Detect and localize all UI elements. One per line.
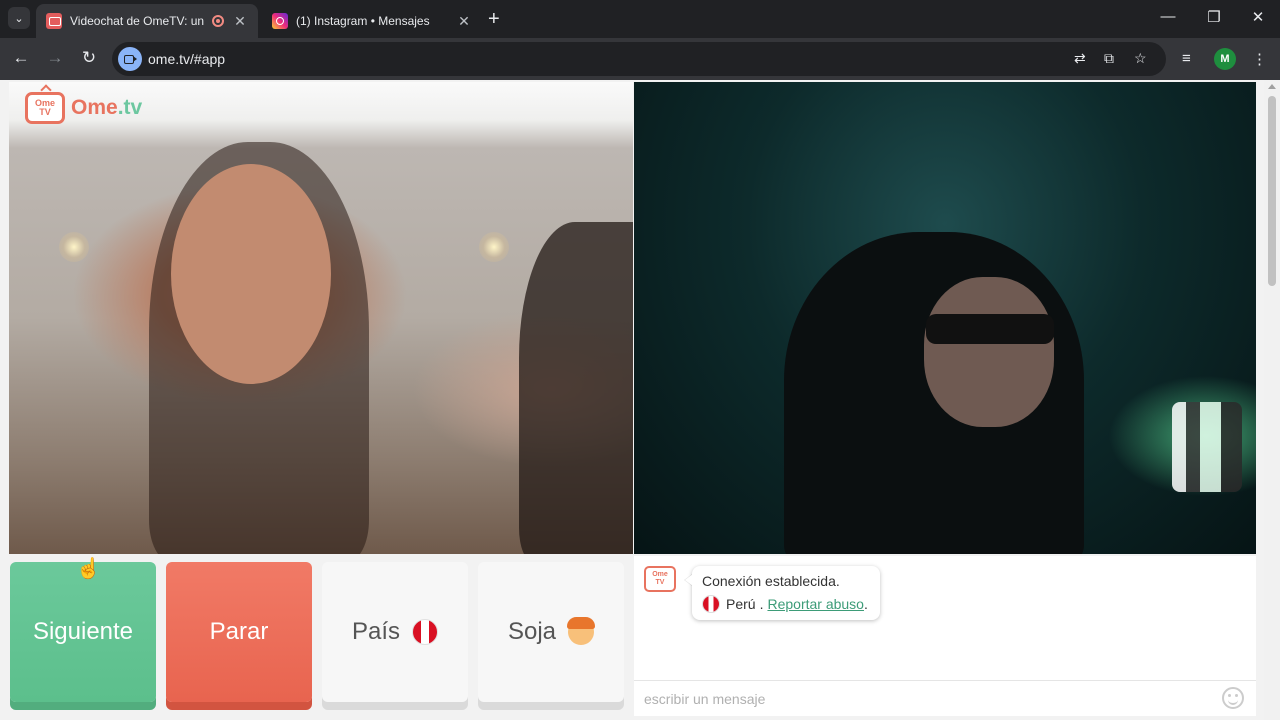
tab-close-button[interactable]: ✕ [232,13,248,30]
next-button[interactable]: Siguiente [10,562,156,702]
back-button[interactable]: ← [10,48,32,68]
string-light [479,232,509,262]
page-scrollbar[interactable] [1264,80,1280,720]
media-control-icon[interactable]: ≡ [1182,50,1191,67]
chat-logo-line1: Ome [652,571,668,578]
recording-indicator-icon [212,15,224,27]
tab-ometv[interactable]: Videochat de OmeTV: una a ✕ [36,4,258,38]
ometv-favicon-icon [46,13,62,29]
chat-panel: Ome TV Conexión establecida. Perú . Repo… [634,556,1256,716]
translate-icon[interactable]: ⇄ [1074,50,1086,67]
browser-toolbar: ← → ↻ ome.tv/#app ⇄ ⧉ ☆ ≡ M ⋮ [0,38,1280,80]
tv-logo-icon: Ome TV [644,566,676,592]
ometv-page: Ome TV Ome.tv Siguiente Parar País Soja … [0,80,1264,720]
emoji-picker-icon[interactable] [1222,687,1244,709]
system-message: Conexión establecida. Perú . Reportar ab… [692,566,880,620]
gender-filter-button[interactable]: Soja [478,562,624,702]
logo-text: Ome.tv [71,96,142,120]
url-text[interactable]: ome.tv/#app [148,51,225,67]
scrollbar-thumb[interactable] [1268,96,1276,286]
stop-button-label: Parar [209,618,269,645]
chat-message-input[interactable] [644,689,1204,709]
peru-flag-icon [412,619,439,645]
tab-title: Videochat de OmeTV: una a [70,14,204,28]
logo-name: Ome [71,96,118,119]
kebab-menu-icon[interactable]: ⋮ [1252,50,1267,68]
browser-tabstrip: ⌄ Videochat de OmeTV: una a ✕ (1) Instag… [0,0,1280,38]
star-icon[interactable]: ☆ [1134,50,1147,67]
logo-suffix: .tv [117,96,143,119]
local-video: Ome TV Ome.tv [9,82,633,554]
stop-button[interactable]: Parar [166,562,312,702]
partner-country: Perú [726,596,756,612]
remote-video [634,82,1256,554]
separator-text: . [759,596,764,612]
site-info-icon[interactable] [118,47,142,71]
install-app-icon[interactable]: ⧉ [1104,50,1114,67]
tab-close-button[interactable]: ✕ [456,13,472,30]
ometv-logo: Ome TV Ome.tv [25,92,142,124]
video-lamp [1172,402,1242,492]
end-period: . [863,596,868,612]
video-figure [924,277,1054,427]
tv-logo-icon: Ome TV [25,92,65,124]
country-button-label: País [351,618,401,645]
next-button-label: Siguiente [32,618,134,645]
video-figure [171,164,331,384]
boy-emoji-icon [567,617,596,645]
profile-avatar[interactable]: M [1214,48,1236,70]
video-figure [519,222,633,554]
chat-logo-line2: TV [655,579,665,586]
minimize-button[interactable]: — [1158,8,1178,25]
connection-status: Conexión establecida. [702,573,840,589]
mouse-cursor-icon: ☝ [76,558,101,580]
chevron-down-icon: ⌄ [14,12,24,25]
new-tab-button[interactable]: + [488,8,500,31]
video-figure [926,314,1054,344]
logo-tv-line2: TV [39,107,51,117]
tab-search-button[interactable]: ⌄ [8,7,30,29]
string-light [59,232,89,262]
window-close-button[interactable]: ✕ [1248,8,1268,26]
reload-button[interactable]: ↻ [78,48,100,68]
instagram-favicon-icon [272,13,288,29]
tab-instagram[interactable]: (1) Instagram • Mensajes ✕ [262,4,482,38]
country-filter-button[interactable]: País [322,562,468,702]
scroll-up-icon[interactable] [1268,84,1276,89]
address-bar[interactable]: ome.tv/#app ⇄ ⧉ ☆ [112,42,1166,76]
report-abuse-link[interactable]: Reportar abuso [767,596,864,612]
tab-title: (1) Instagram • Mensajes [296,14,430,28]
gender-button-label: Soja [507,618,557,645]
restore-button[interactable]: ❐ [1204,8,1224,26]
chat-input-bar [634,680,1256,716]
peru-flag-icon [702,595,720,613]
forward-button[interactable]: → [44,48,66,68]
